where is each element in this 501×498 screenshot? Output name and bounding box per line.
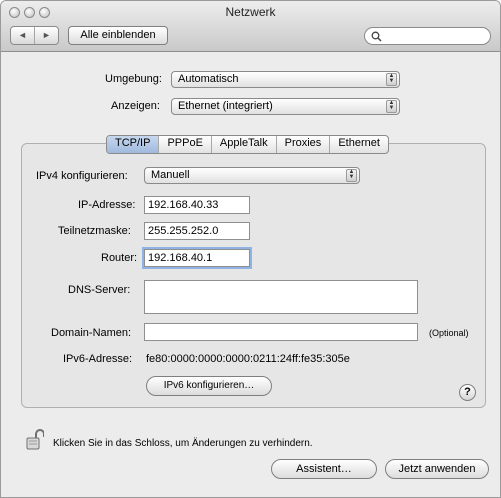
dns-server-label: DNS-Server:: [68, 284, 131, 296]
tab-bar: TCP/IP PPPoE AppleTalk Proxies Ethernet: [106, 135, 389, 154]
ipv4-configure-label: IPv4 konfigurieren:: [36, 170, 128, 182]
popup-arrows-icon: ▲ ▼: [346, 169, 357, 182]
tab-tcpip[interactable]: TCP/IP: [107, 136, 159, 153]
dns-server-field[interactable]: [144, 280, 418, 314]
show-label: Anzeigen:: [111, 100, 160, 112]
padlock-icon: [26, 429, 45, 450]
ipv4-configure-value: Manuell: [151, 169, 190, 181]
back-icon[interactable]: ◄: [11, 27, 34, 44]
tab-proxies[interactable]: Proxies: [275, 136, 330, 153]
domain-names-label: Domain-Namen:: [51, 327, 132, 339]
window-title: Netzwerk: [225, 5, 276, 19]
router-field[interactable]: 192.168.40.1: [144, 249, 250, 267]
show-all-button[interactable]: Alle einblenden: [68, 26, 168, 45]
ipv4-configure-popup[interactable]: Manuell ▲ ▼: [144, 167, 360, 184]
network-preferences-window: Netzwerk ◄ ► Alle einblenden Umgebung: A…: [0, 0, 501, 498]
ip-address-field[interactable]: 192.168.40.33: [144, 196, 250, 214]
lock-instruction: Klicken Sie in das Schloss, um Änderunge…: [53, 438, 313, 449]
show-popup[interactable]: Ethernet (integriert) ▲ ▼: [171, 98, 400, 115]
show-value: Ethernet (integriert): [178, 100, 273, 112]
popup-arrows-icon: ▲ ▼: [386, 73, 397, 86]
help-button[interactable]: ?: [459, 384, 476, 401]
subnet-mask-label: Teilnetzmaske:: [58, 225, 131, 237]
configure-ipv6-button[interactable]: IPv6 konfigurieren…: [146, 376, 272, 396]
search-input[interactable]: [364, 27, 491, 45]
tab-ethernet[interactable]: Ethernet: [329, 136, 388, 153]
ipv6-address-label: IPv6-Adresse:: [63, 353, 133, 365]
search-icon: [371, 31, 382, 42]
lock-icon[interactable]: [26, 429, 45, 454]
forward-icon[interactable]: ►: [34, 27, 58, 44]
title-bar: Netzwerk ◄ ► Alle einblenden: [1, 1, 500, 52]
optional-hint: (Optional): [429, 328, 469, 338]
router-label: Router:: [101, 252, 138, 264]
location-label: Umgebung:: [105, 73, 162, 85]
subnet-mask-field[interactable]: 255.255.252.0: [144, 222, 250, 240]
tab-appletalk[interactable]: AppleTalk: [210, 136, 276, 153]
apply-now-button[interactable]: Jetzt anwenden: [385, 459, 489, 479]
ipv6-address-value: fe80:0000:0000:0000:0211:24ff:fe35:305e: [146, 353, 350, 365]
location-value: Automatisch: [178, 73, 239, 85]
tab-pppoe[interactable]: PPPoE: [158, 136, 210, 153]
domain-names-field[interactable]: [144, 323, 418, 341]
assistant-button[interactable]: Assistent…: [271, 459, 377, 479]
location-popup[interactable]: Automatisch ▲ ▼: [171, 71, 400, 88]
history-navigation: ◄ ►: [10, 26, 59, 45]
popup-arrows-icon: ▲ ▼: [386, 100, 397, 113]
ip-address-label: IP-Adresse:: [78, 199, 136, 211]
